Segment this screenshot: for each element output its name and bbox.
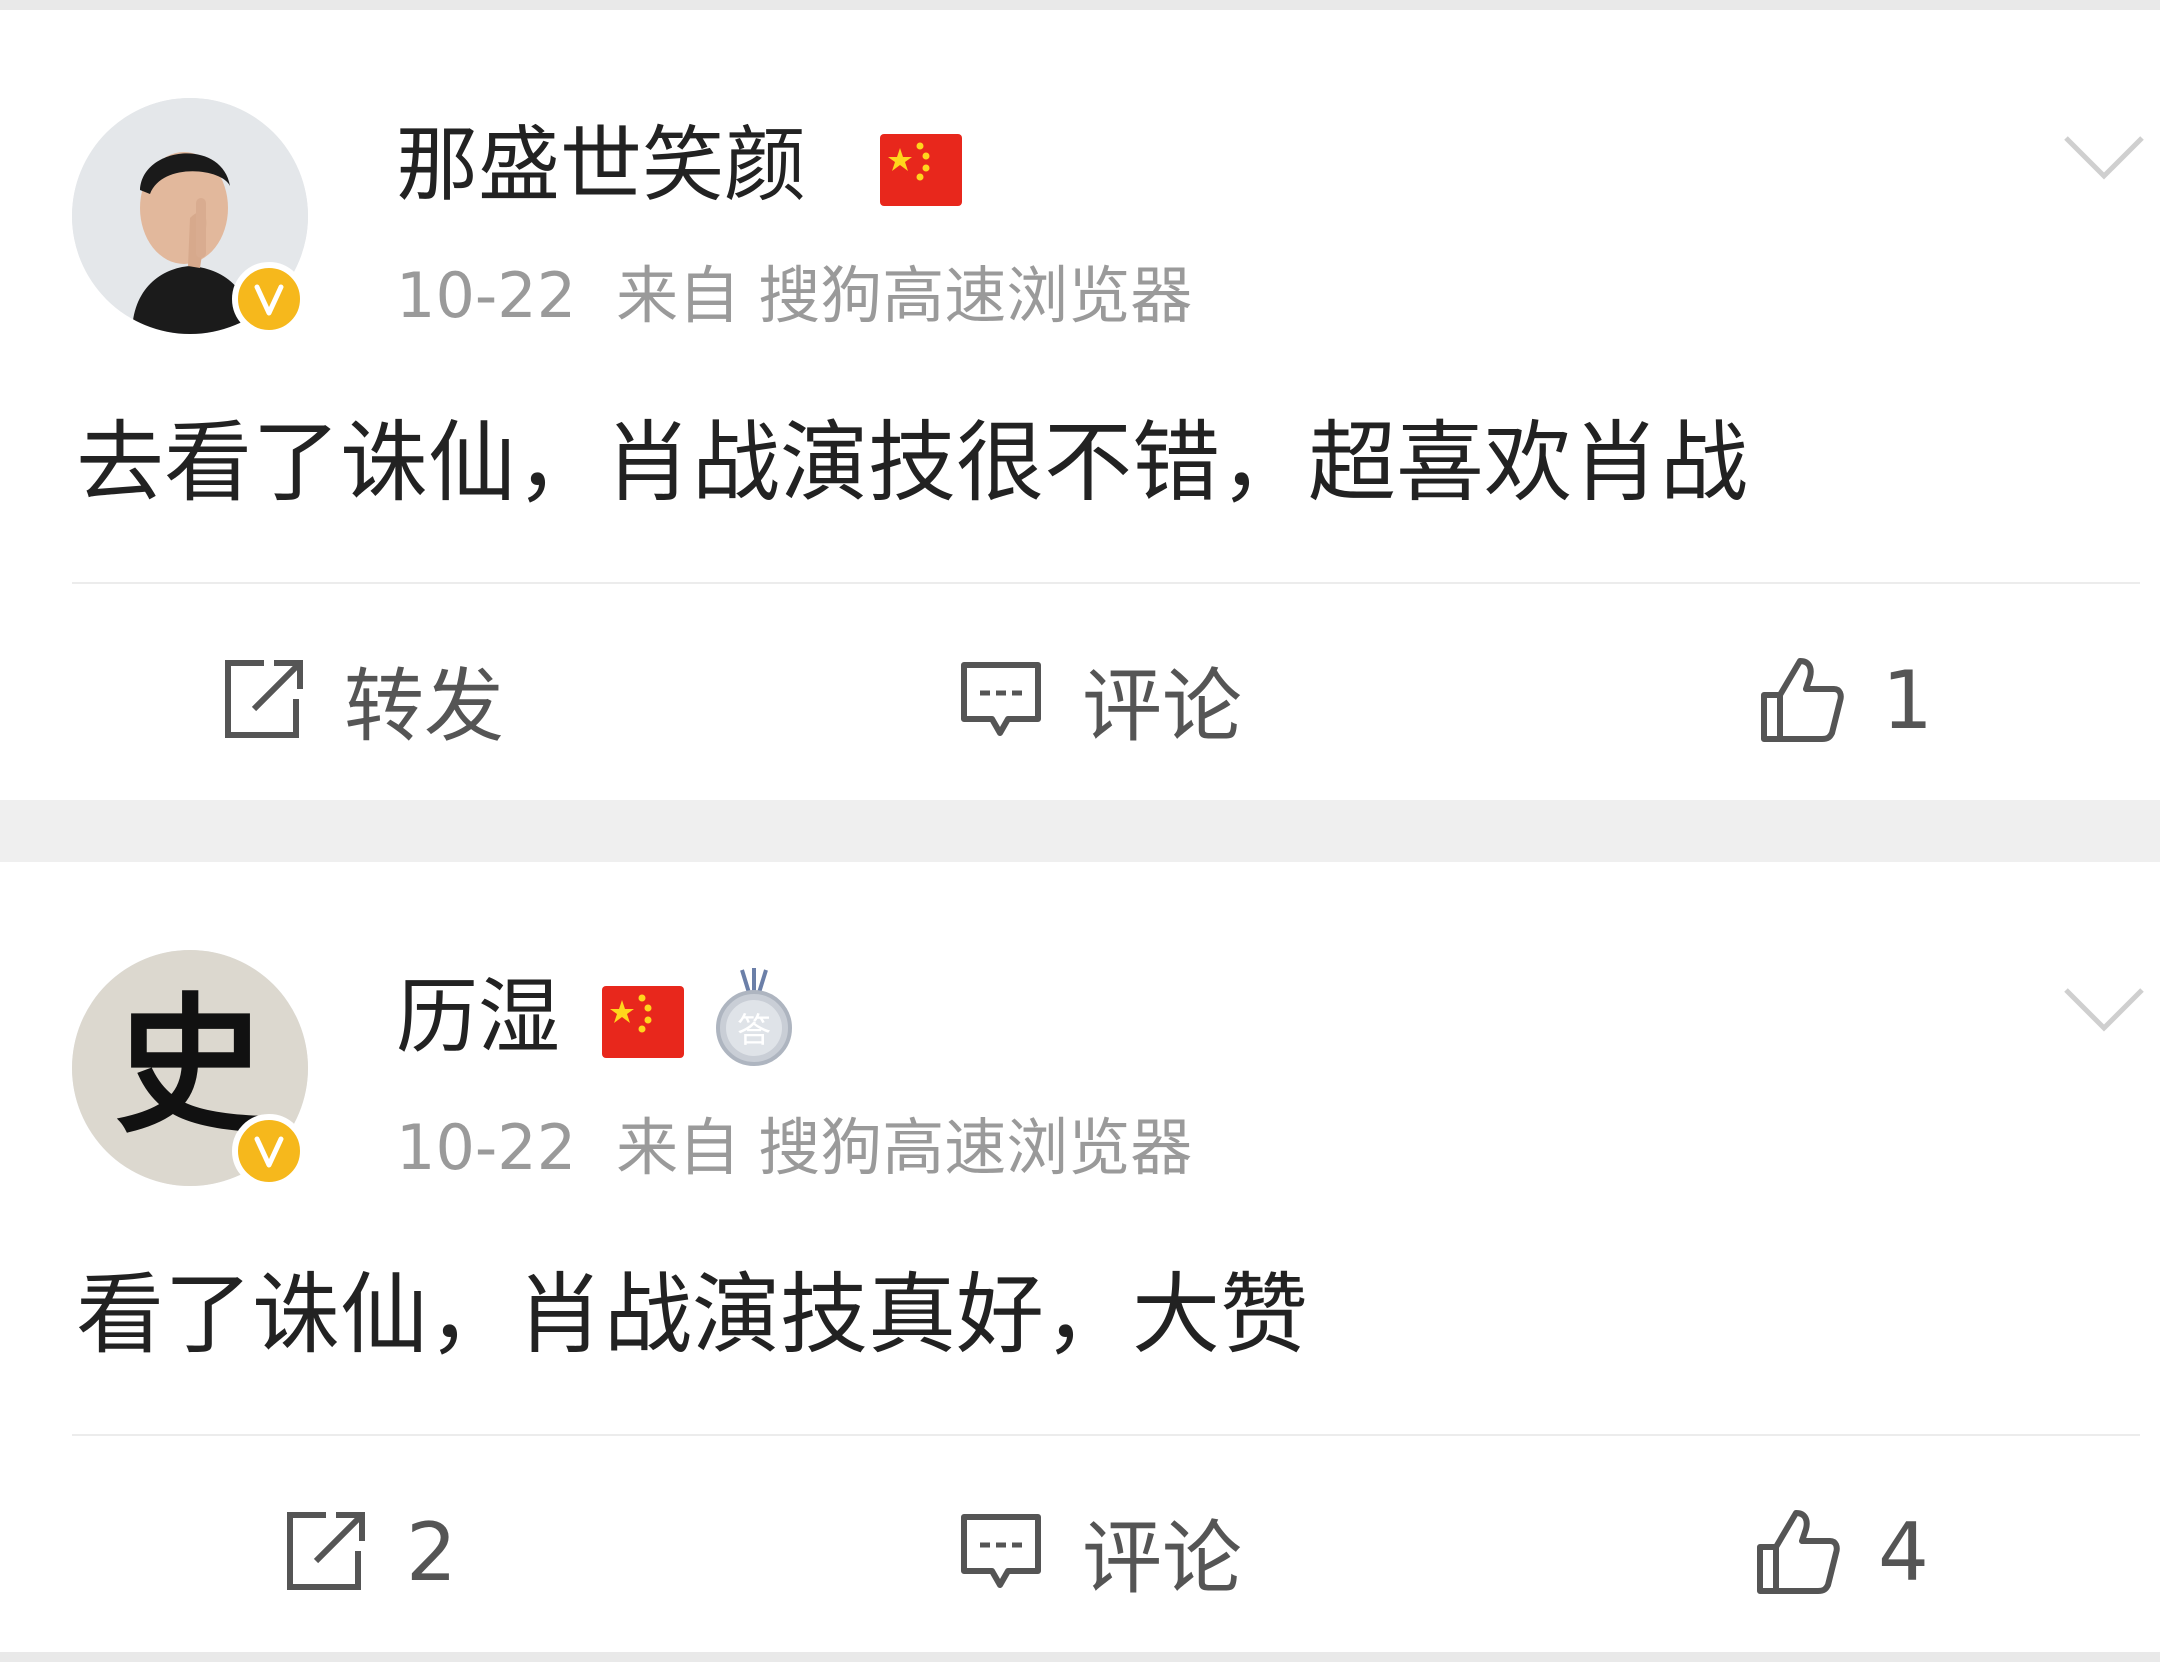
like-button[interactable]: 1 [1756,650,1933,750]
repost-count: 2 [406,1505,457,1599]
comment-label: 评论 [1082,660,1242,753]
divider [72,582,2140,584]
answer-medal-icon[interactable]: 答 [714,966,794,1070]
post-date: 10-22 [396,1111,577,1184]
username[interactable]: 历湿 [396,968,560,1068]
comment-label: 评论 [1082,1512,1242,1605]
username[interactable]: 那盛世笑颜 [396,116,806,216]
post-meta: 10-22 来自 搜狗高速浏览器 [396,256,1192,336]
comment-icon [956,1507,1046,1597]
repost-icon [218,655,308,745]
source-name[interactable]: 搜狗高速浏览器 [758,259,1192,332]
post-date: 10-22 [396,259,577,332]
source-prefix: 来自 [616,1111,741,1184]
comment-icon [956,655,1046,745]
comment-button[interactable]: 评论 [956,1502,1242,1605]
chevron-down-icon[interactable] [2060,980,2148,1040]
repost-button[interactable]: 转发 [218,650,504,753]
svg-text:答: 答 [737,1011,771,1051]
like-count: 1 [1882,653,1933,747]
repost-button[interactable]: 2 [280,1502,457,1602]
china-flag-icon [602,986,684,1058]
thumbs-up-icon [1756,655,1846,745]
source-name[interactable]: 搜狗高速浏览器 [758,1111,1192,1184]
chevron-down-icon[interactable] [2060,128,2148,188]
post-meta: 10-22 来自 搜狗高速浏览器 [396,1108,1192,1188]
verified-v-icon [232,1114,306,1188]
divider [72,1434,2140,1436]
repost-label: 转发 [344,660,504,753]
post-content: 去看了诛仙，肖战演技很不错，超喜欢肖战 [76,411,1749,514]
comment-button[interactable]: 评论 [956,650,1242,753]
repost-icon [280,1507,370,1597]
post-card: 史 历湿 答 10-22 来自 搜狗高速浏览器 看了诛仙，肖战演技真好，大赞 2… [0,862,2160,1652]
bottom-separator [0,1652,2160,1662]
verified-v-icon [232,262,306,336]
source-prefix: 来自 [616,259,741,332]
china-flag-icon [880,134,962,206]
like-count: 4 [1878,1505,1929,1599]
post-content: 看了诛仙，肖战演技真好，大赞 [76,1263,1309,1366]
like-button[interactable]: 4 [1752,1502,1929,1602]
post-card: 那盛世笑颜 10-22 来自 搜狗高速浏览器 去看了诛仙，肖战演技很不错，超喜欢肖战… [0,10,2160,800]
top-separator [0,0,2160,10]
thumbs-up-icon [1752,1507,1842,1597]
